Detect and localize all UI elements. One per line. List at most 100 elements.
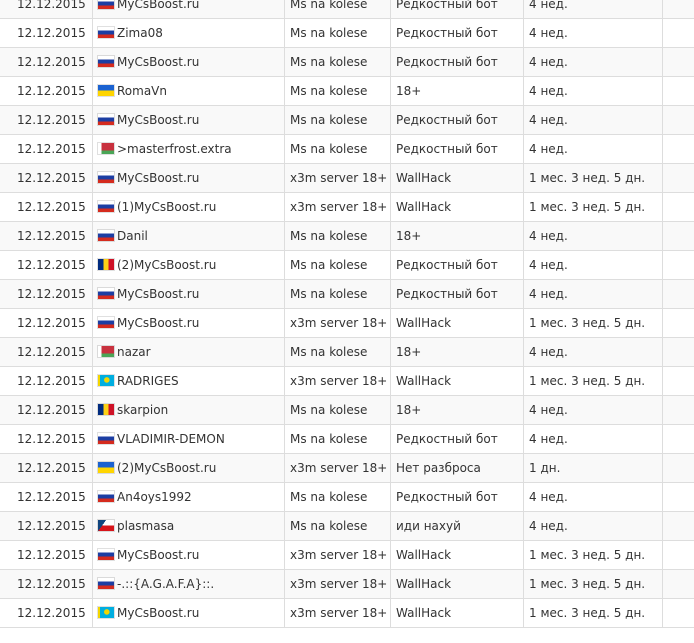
extra-column <box>662 570 694 598</box>
server-name: x3m server 18+ <box>284 164 390 192</box>
table-row[interactable]: 12.12.2015 MyCsBoost.ru x3m server 18+ W… <box>0 309 694 338</box>
ban-term: 4 нед. <box>523 512 662 540</box>
table-row[interactable]: 12.12.2015 MyCsBoost.ru Ms na kolese Ред… <box>0 280 694 309</box>
player-name: (2)MyCsBoost.ru <box>117 258 217 272</box>
ua-flag-icon <box>98 462 114 473</box>
table-row[interactable]: 12.12.2015 (1)MyCsBoost.ru x3m server 18… <box>0 193 694 222</box>
ban-reason: Редкостный бот <box>390 425 523 453</box>
server-name: x3m server 18+ <box>284 367 390 395</box>
table-row[interactable]: 12.12.2015 RomaVn Ms na kolese 18+ 4 нед… <box>0 77 694 106</box>
table-row[interactable]: 12.12.2015 Danil Ms na kolese 18+ 4 нед. <box>0 222 694 251</box>
ru-flag-icon <box>98 172 114 183</box>
ru-flag-icon <box>98 201 114 212</box>
player-cell: MyCsBoost.ru <box>92 309 284 337</box>
server-name: x3m server 18+ <box>284 193 390 221</box>
ban-term: 1 мес. 3 нед. 5 дн. <box>523 541 662 569</box>
ban-term: 4 нед. <box>523 222 662 250</box>
table-row[interactable]: 12.12.2015 MyCsBoost.ru x3m server 18+ W… <box>0 599 694 628</box>
table-row[interactable]: 12.12.2015 MyCsBoost.ru Ms na kolese Ред… <box>0 0 694 19</box>
table-row[interactable]: 12.12.2015 plasmasa Ms na kolese иди нах… <box>0 512 694 541</box>
player-name: MyCsBoost.ru <box>117 171 200 185</box>
server-name: x3m server 18+ <box>284 309 390 337</box>
ban-reason: Редкостный бот <box>390 483 523 511</box>
ua-flag-icon <box>98 85 114 96</box>
table-row[interactable]: 12.12.2015 RADRIGES x3m server 18+ WallH… <box>0 367 694 396</box>
extra-column <box>662 106 694 134</box>
player-name: MyCsBoost.ru <box>117 113 200 127</box>
table-row[interactable]: 12.12.2015 Zima08 Ms na kolese Редкостны… <box>0 19 694 48</box>
extra-column <box>662 164 694 192</box>
extra-column <box>662 280 694 308</box>
player-cell: RomaVn <box>92 77 284 105</box>
ban-date: 12.12.2015 <box>17 113 86 127</box>
player-cell: MyCsBoost.ru <box>92 541 284 569</box>
server-name: x3m server 18+ <box>284 541 390 569</box>
ban-date: 12.12.2015 <box>17 84 86 98</box>
player-name: VLADIMIR-DEMON <box>117 432 225 446</box>
player-name: RADRIGES <box>117 374 179 388</box>
ban-term: 1 мес. 3 нед. 5 дн. <box>523 367 662 395</box>
kz-flag-icon <box>98 607 114 618</box>
table-row[interactable]: 12.12.2015 VLADIMIR-DEMON Ms na kolese Р… <box>0 425 694 454</box>
table-row[interactable]: 12.12.2015 >masterfrost.extra Ms na kole… <box>0 135 694 164</box>
ban-term: 4 нед. <box>523 77 662 105</box>
ru-flag-icon <box>98 56 114 67</box>
ban-reason: Редкостный бот <box>390 48 523 76</box>
table-row[interactable]: 12.12.2015 An4oys1992 Ms na kolese Редко… <box>0 483 694 512</box>
ban-reason: WallHack <box>390 309 523 337</box>
player-name: plasmasa <box>117 519 175 533</box>
ban-date: 12.12.2015 <box>17 142 86 156</box>
server-name: Ms na kolese <box>284 251 390 279</box>
table-row[interactable]: 12.12.2015 MyCsBoost.ru Ms na kolese Ред… <box>0 48 694 77</box>
server-name: Ms na kolese <box>284 396 390 424</box>
table-row[interactable]: 12.12.2015 (2)MyCsBoost.ru x3m server 18… <box>0 454 694 483</box>
extra-column <box>662 367 694 395</box>
ru-flag-icon <box>98 27 114 38</box>
ban-date: 12.12.2015 <box>17 577 86 591</box>
ban-term: 4 нед. <box>523 106 662 134</box>
player-name: MyCsBoost.ru <box>117 316 200 330</box>
table-row[interactable]: 12.12.2015 MyCsBoost.ru x3m server 18+ W… <box>0 541 694 570</box>
table-row[interactable]: 12.12.2015 skarpion Ms na kolese 18+ 4 н… <box>0 396 694 425</box>
ru-flag-icon <box>98 549 114 560</box>
extra-column <box>662 338 694 366</box>
ban-date: 12.12.2015 <box>17 432 86 446</box>
ban-reason: Редкостный бот <box>390 251 523 279</box>
player-name: -.::{A.G.A.F.A}::. <box>117 577 215 591</box>
ban-term: 4 нед. <box>523 135 662 163</box>
server-name: Ms na kolese <box>284 77 390 105</box>
extra-column <box>662 135 694 163</box>
table-row[interactable]: 12.12.2015 -.::{A.G.A.F.A}::. x3m server… <box>0 570 694 599</box>
ban-term: 4 нед. <box>523 280 662 308</box>
ban-date: 12.12.2015 <box>17 26 86 40</box>
table-row[interactable]: 12.12.2015 MyCsBoost.ru x3m server 18+ W… <box>0 164 694 193</box>
ban-term: 1 дн. <box>523 454 662 482</box>
table-row[interactable]: 12.12.2015 MyCsBoost.ru Ms na kolese Ред… <box>0 106 694 135</box>
cz-flag-icon <box>98 520 114 531</box>
server-name: Ms na kolese <box>284 106 390 134</box>
player-name: (1)MyCsBoost.ru <box>117 200 217 214</box>
table-row[interactable]: 12.12.2015 nazar Ms na kolese 18+ 4 нед. <box>0 338 694 367</box>
player-name: MyCsBoost.ru <box>117 55 200 69</box>
extra-column <box>662 222 694 250</box>
ban-term: 4 нед. <box>523 19 662 47</box>
player-cell: Zima08 <box>92 19 284 47</box>
by-flag-icon <box>98 143 114 154</box>
ru-flag-icon <box>98 317 114 328</box>
ban-date: 12.12.2015 <box>17 606 86 620</box>
ban-date: 12.12.2015 <box>17 461 86 475</box>
ban-date: 12.12.2015 <box>17 258 86 272</box>
ro-flag-icon <box>98 404 114 415</box>
server-name: Ms na kolese <box>284 512 390 540</box>
ru-flag-icon <box>98 433 114 444</box>
player-cell: (1)MyCsBoost.ru <box>92 193 284 221</box>
server-name: Ms na kolese <box>284 48 390 76</box>
player-cell: MyCsBoost.ru <box>92 599 284 627</box>
extra-column <box>662 512 694 540</box>
table-row[interactable]: 12.12.2015 (2)MyCsBoost.ru Ms na kolese … <box>0 251 694 280</box>
ru-flag-icon <box>98 491 114 502</box>
player-name: (2)MyCsBoost.ru <box>117 461 217 475</box>
player-name: nazar <box>117 345 151 359</box>
server-name: Ms na kolese <box>284 19 390 47</box>
extra-column <box>662 541 694 569</box>
